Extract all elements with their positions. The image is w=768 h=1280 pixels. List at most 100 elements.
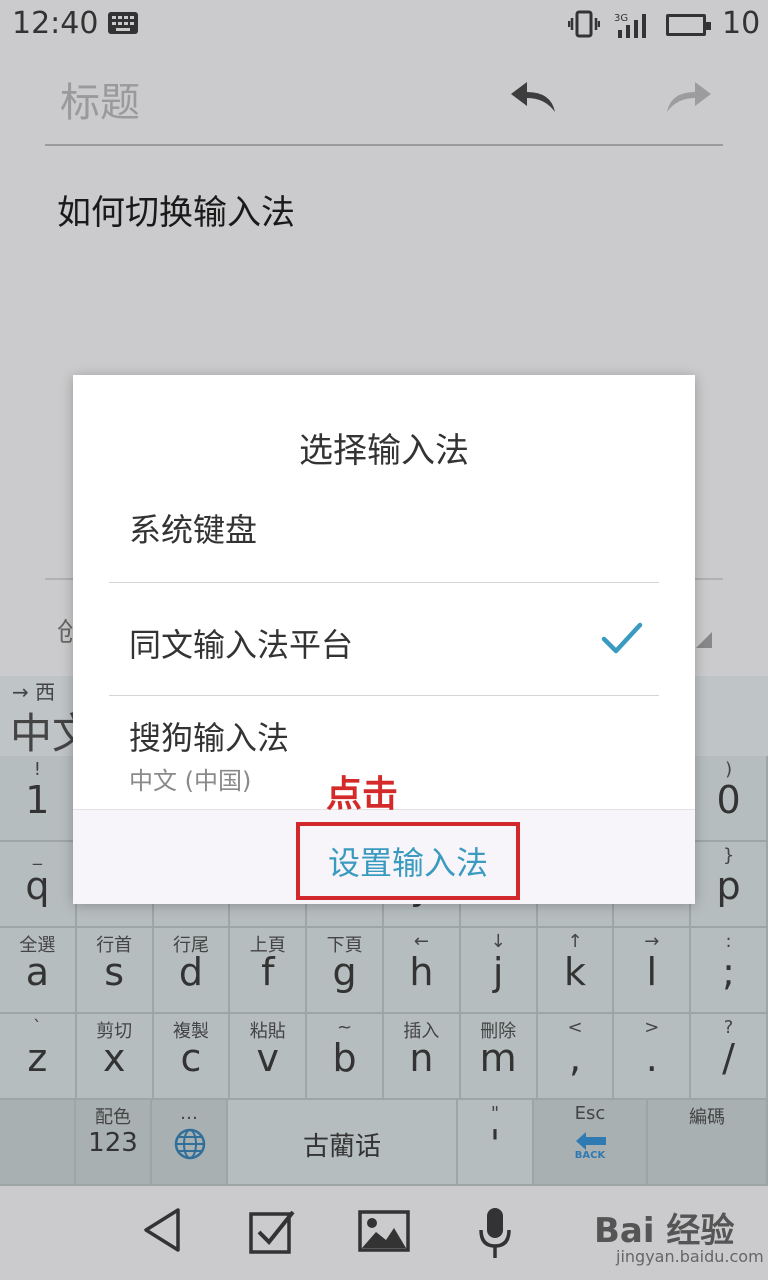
checkmark-icon xyxy=(601,622,643,654)
undo-icon[interactable] xyxy=(505,72,567,122)
key-main-label: q xyxy=(25,864,50,908)
key-top-label: ! xyxy=(33,759,41,780)
key-l[interactable]: → l xyxy=(614,928,692,1014)
key-quote-label: ' xyxy=(489,1122,501,1166)
key-main-label: s xyxy=(104,950,125,994)
key-g[interactable]: 下頁 g xyxy=(307,928,384,1014)
key-1[interactable]: ! 1 xyxy=(0,756,77,842)
key-main-label: n xyxy=(409,1036,434,1080)
option-divider xyxy=(109,582,659,583)
key-top-label: ~ xyxy=(337,1017,353,1038)
key-back-sub: BACK xyxy=(574,1150,606,1161)
image-icon[interactable] xyxy=(358,1210,410,1252)
back-arrow-icon xyxy=(576,1132,606,1150)
checkbox-icon[interactable] xyxy=(247,1206,297,1256)
key-123-top: 配色 xyxy=(95,1107,131,1128)
watermark-brand: Bai 经验 xyxy=(594,1211,735,1251)
key-main-label: , xyxy=(568,1036,582,1080)
option-sogou-subtitle: 中文 (中国) xyxy=(129,767,252,795)
nav-back-icon[interactable] xyxy=(140,1206,182,1254)
key-top-label: ↓ xyxy=(490,931,506,952)
status-time: 12:40 xyxy=(12,6,99,41)
title-divider xyxy=(45,144,723,146)
key-top-label: _ xyxy=(32,845,42,866)
battery-icon xyxy=(666,14,711,36)
key-main-label: j xyxy=(492,950,504,994)
key-b[interactable]: ~ b xyxy=(307,1014,384,1100)
key-x[interactable]: 剪切 x xyxy=(76,1014,154,1100)
key-main-label: m xyxy=(479,1036,517,1080)
key-main-label: a xyxy=(25,950,50,994)
key-main-label: 1 xyxy=(25,778,50,822)
note-body[interactable]: 如何切换输入法 xyxy=(57,185,295,234)
key-blank[interactable] xyxy=(0,1100,76,1186)
key-.[interactable]: >. xyxy=(614,1014,692,1100)
key-space[interactable]: 古藺话 xyxy=(228,1100,458,1186)
key-top-label: > xyxy=(644,1017,660,1038)
keyboard-row-5: 配色 123 … 古藺话 " ' Esc BACK 編碼 xyxy=(0,1100,768,1186)
watermark-url: jingyan.baidu.com xyxy=(616,1247,764,1266)
key-z[interactable]: ` z xyxy=(0,1014,77,1100)
key-encode-top: 編碼 xyxy=(689,1107,725,1128)
key-n[interactable]: 插入 n xyxy=(384,1014,461,1100)
key-main-label: v xyxy=(256,1036,280,1080)
key-main-label: ; xyxy=(722,950,735,994)
key-c[interactable]: 複製 c xyxy=(153,1014,231,1100)
key-top-label: → xyxy=(644,931,660,952)
key-d[interactable]: 行尾 d xyxy=(153,928,231,1014)
key-main-label: l xyxy=(646,950,658,994)
key-f[interactable]: 上頁 f xyxy=(230,928,308,1014)
battery-level: 10 xyxy=(722,6,761,41)
key-m[interactable]: 刪除 m xyxy=(460,1014,538,1100)
keyboard-row-4: ` z 剪切 x 複製 c 粘貼 v ~ b 插入 n 刪除 m <, >.? / xyxy=(0,1014,768,1100)
key-main-label: b xyxy=(332,1036,357,1080)
key-top-label: ` xyxy=(32,1017,42,1038)
key-top-label: ? xyxy=(723,1017,734,1038)
key-j[interactable]: ↓ j xyxy=(460,928,538,1014)
key-q[interactable]: _ q xyxy=(0,842,77,928)
redo-icon[interactable] xyxy=(655,72,717,122)
key-top-label: : xyxy=(725,931,732,952)
key-;[interactable]: :; xyxy=(691,928,768,1014)
globe-icon xyxy=(174,1128,206,1160)
key-k[interactable]: ↑ k xyxy=(537,928,615,1014)
key-quote[interactable]: " ' xyxy=(458,1100,534,1186)
key-top-label: < xyxy=(567,1017,583,1038)
key-,[interactable]: <, xyxy=(537,1014,615,1100)
key-0[interactable]: ) 0 xyxy=(691,756,768,842)
key-top-label: ) xyxy=(725,759,733,780)
key-main-label: p xyxy=(716,864,741,908)
key-v[interactable]: 粘貼 v xyxy=(230,1014,308,1100)
key-globe[interactable]: … xyxy=(152,1100,228,1186)
key-space-label: 古藺话 xyxy=(302,1132,381,1162)
keyboard-icon xyxy=(108,12,138,34)
key-esc-back[interactable]: Esc BACK xyxy=(534,1100,648,1186)
key-main-label: f xyxy=(261,950,275,994)
key-/[interactable]: ? / xyxy=(691,1014,768,1100)
corner-triangle-icon xyxy=(696,632,712,648)
settings-input-method-button[interactable]: 设置输入法 xyxy=(296,822,520,900)
dialog-title: 选择输入法 xyxy=(299,431,469,471)
key-h[interactable]: ← h xyxy=(384,928,461,1014)
key-esc-top: Esc xyxy=(574,1103,606,1124)
key-p[interactable]: } p xyxy=(691,842,768,928)
mic-icon[interactable] xyxy=(478,1206,512,1260)
keyboard-row-3: 全選 a 行首 s 行尾 d 上頁 f 下頁 g ← h ↓ j ↑ k → l:; xyxy=(0,928,768,1014)
title-placeholder[interactable]: 标题 xyxy=(60,70,140,128)
click-annotation: 点击 xyxy=(326,773,399,815)
key-top-label: ↑ xyxy=(567,931,583,952)
key-encode[interactable]: 編碼 xyxy=(648,1100,768,1186)
key-main-label: . xyxy=(645,1036,658,1080)
vibrate-icon xyxy=(568,10,600,38)
status-bar: 12:40 3G 10 xyxy=(0,0,768,50)
key-a[interactable]: 全選 a xyxy=(0,928,77,1014)
key-main-label: z xyxy=(27,1036,48,1080)
key-main-label: d xyxy=(178,950,204,994)
option-sogou[interactable]: 搜狗输入法 xyxy=(129,713,289,759)
option-trime[interactable]: 同文输入法平台 xyxy=(129,620,353,666)
key-main-label: 0 xyxy=(716,778,741,822)
key-s[interactable]: 行首 s xyxy=(76,928,154,1014)
key-123[interactable]: 配色 123 xyxy=(76,1100,152,1186)
key-main-label: g xyxy=(332,950,357,994)
option-system-keyboard[interactable]: 系统键盘 xyxy=(129,505,257,551)
